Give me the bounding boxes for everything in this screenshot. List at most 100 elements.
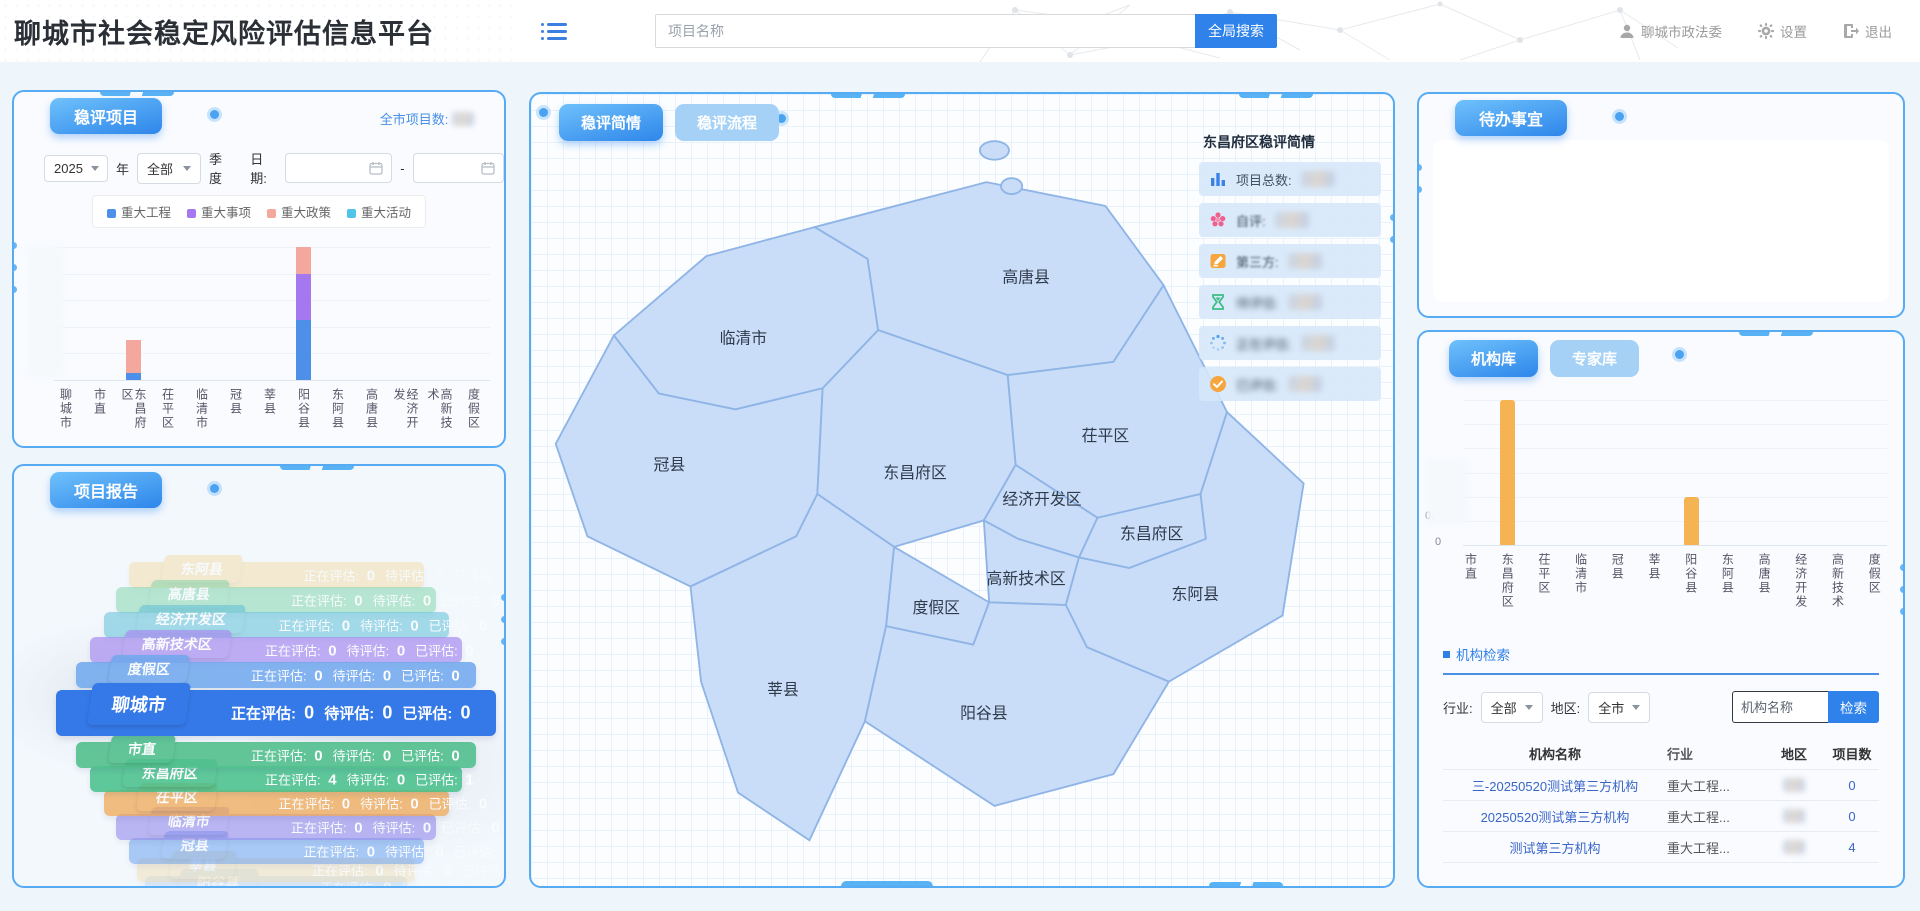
region-select[interactable]: 全市 [1588,692,1650,723]
logout-label: 退出 [1865,21,1892,41]
report-card[interactable]: 东昌府区正在评估: 4待评估: 0已评估: 1 [90,766,462,792]
report-card[interactable]: 冠县正在评估: 0待评估: 0已评估: 0 [129,838,424,864]
x-axis-label: 高新技术 [426,388,452,442]
district-label: 高新技术区 [987,570,1066,588]
org-filters: 行业: 全部 地区: 全市 检索 [1443,691,1879,723]
report-card[interactable]: 茌平区正在评估: 0待评估: 0已评估: 0 [104,790,449,816]
report-card[interactable]: 临清市正在评估: 0待评估: 0已评估: 0 [116,814,436,840]
x-axis-label: 临清市 [1574,553,1587,595]
chevron-down-icon [1525,705,1533,710]
gridline [1463,497,1887,498]
x-axis-label: 冠县 [1610,553,1623,581]
legend-item[interactable]: 重大工程 [107,202,171,221]
chart-bar[interactable] [1500,400,1515,545]
summary-row: 第三方: [1199,244,1381,278]
tab-expert-library[interactable]: 专家库 [1550,340,1639,377]
panel-map: 稳评简情 稳评流程 [529,92,1395,888]
edge-dot [1900,608,1905,615]
obscured-y-axis [1427,460,1467,524]
legend-item[interactable]: 重大事项 [187,202,251,221]
legend-item[interactable]: 重大活动 [347,202,411,221]
panel-project-reports: 项目报告 东阿县正在评估: 0待评估: 0已评估: 0高唐县正在评估: 0待评估… [12,464,506,888]
legend-label: 重大活动 [361,206,411,220]
org-name-link[interactable]: 测试第三方机构 [1443,838,1667,857]
global-search-button[interactable]: 全局搜索 [1195,14,1277,48]
chart-bar[interactable] [126,340,141,373]
legend-label: 重大事项 [201,206,251,220]
district-label: 经济开发区 [1002,491,1081,509]
obscured-total-value [452,112,474,126]
chart-bar[interactable] [126,373,141,380]
obscured-y-axis [28,247,64,377]
gridline [1463,400,1887,401]
region-chip: 高唐县 [148,580,230,608]
region-chip: 经济开发区 [136,605,246,633]
industry-value: 全部 [1491,698,1517,717]
org-name-link[interactable]: 三-20250520测试第三方机构 [1443,776,1667,795]
header-right: 聊城市政法委 设置 [1619,0,1892,62]
region-label: 地区: [1551,698,1581,717]
chart-bar[interactable] [296,320,311,380]
menu-icon[interactable] [541,19,567,43]
citywide-total-label: 全市项目数: [380,112,449,127]
table-row[interactable]: 20250520测试第三方机构重大工程...0 [1443,800,1879,831]
summary-row: 自评: [1199,203,1381,237]
year-select[interactable]: 2025 [44,155,108,182]
chevron-down-icon [183,166,191,171]
table-row[interactable]: 三-20250520测试第三方机构重大工程...0 [1443,769,1879,800]
region-chip: 度假区 [108,655,190,683]
report-card[interactable]: 聊城市正在评估: 0待评估: 0已评估: 0 [56,690,496,736]
table-header-cell: 项目数 [1825,744,1879,763]
org-name-link[interactable]: 20250520测试第三方机构 [1443,807,1667,826]
gridline [54,274,490,275]
gridline [1463,521,1887,522]
user-icon [1619,23,1635,39]
date-start-input[interactable] [285,153,392,183]
legend-item[interactable]: 重大政策 [267,202,331,221]
logout-button[interactable]: 退出 [1843,21,1892,41]
panel-title-badge: 待办事宜 [1455,100,1567,136]
district-enclave[interactable] [980,141,1009,160]
edge-dot [1900,586,1905,593]
tab-stability-process[interactable]: 稳评流程 [675,104,779,141]
org-search-button[interactable]: 检索 [1828,691,1879,723]
org-table: 机构名称行业地区项目数三-20250520测试第三方机构重大工程...02025… [1443,738,1879,868]
quarter-select[interactable]: 全部 [137,153,201,184]
org-name-input[interactable] [1732,691,1828,723]
edit-icon [1209,252,1227,270]
x-axis-label: 东昌府区 [1500,553,1513,609]
industry-label: 行业: [1443,698,1473,717]
chart-bar[interactable] [296,247,311,274]
tab-stability-summary[interactable]: 稳评简情 [559,104,663,141]
x-axis-label: 茌平区 [161,388,174,430]
year-unit: 年 [116,159,129,178]
obscured-value [1783,809,1805,823]
user-menu[interactable]: 聊城市政法委 [1619,21,1722,41]
flower-icon [1209,211,1227,229]
search-input[interactable] [655,14,1195,48]
chart-bar[interactable] [1684,497,1699,545]
table-row[interactable]: 测试第三方机构重大工程...4 [1443,831,1879,862]
org-project-count: 0 [1825,778,1879,793]
report-card[interactable]: 市直正在评估: 0待评估: 0已评估: 0 [76,742,476,768]
org-search-label[interactable]: 机构检索 [1456,644,1510,664]
chart-bar[interactable] [296,274,311,321]
border-decoration [1209,882,1283,888]
district-enclave[interactable] [1001,178,1022,194]
section-divider [1443,673,1879,675]
industry-select[interactable]: 全部 [1481,692,1543,723]
settings-button[interactable]: 设置 [1758,21,1807,41]
border-decoration [1239,92,1313,98]
date-end-input[interactable] [413,153,504,183]
report-stats: 正在评估: 0待评估: 0已评估: 0 [304,566,507,585]
header: 聊城市社会稳定风险评估信息平台 全局搜索 聊城市政法委 [0,0,1920,62]
summary-label: 待评估: [1236,293,1279,312]
tab-organization-library[interactable]: 机构库 [1449,340,1538,377]
projects-chart: 聊城市市直东昌府区茌平区临清市冠县莘县阳谷县东阿县高唐县经济开发高新技术度假区 [14,242,506,442]
loading-icon [1209,334,1227,352]
obscured-value [1301,171,1335,187]
legend-label: 重大工程 [121,206,171,220]
calendar-icon [369,161,383,175]
summary-row: 正在评估: [1199,326,1381,360]
chevron-down-icon [1632,705,1640,710]
